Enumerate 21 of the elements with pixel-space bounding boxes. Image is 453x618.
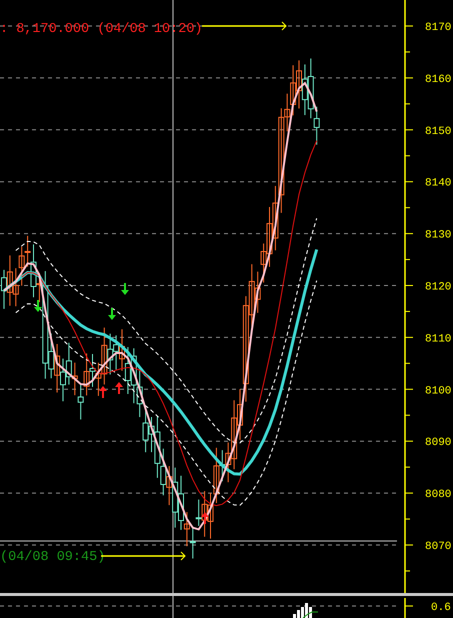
up-arrow-icon [201,512,209,524]
low-time-label: (04/08 09:45) [0,550,106,565]
indicator-line [302,612,318,618]
price-tick-label: 8120 [425,282,452,294]
indicator-bars [293,603,312,618]
price-tick-label: 8070 [425,541,452,553]
price-tick-label: 8150 [425,126,452,138]
price-tick-label: 8140 [425,178,452,190]
price-tick-label: 8130 [425,230,452,242]
price-tick-label: 8160 [425,74,452,86]
up-arrow-icon [115,382,123,394]
indicator-tick-label: 0.6 [431,602,451,614]
up-arrow-icon [99,386,107,398]
down-arrow-icon [108,308,116,320]
down-arrow-icon [121,283,129,295]
price-tick-label: 8090 [425,437,452,450]
price-tick-label: 8080 [425,489,452,502]
price-tick-label: 8110 [425,333,452,346]
price-tick-label: 8170 [425,22,452,34]
down-arrow-icon [34,300,42,312]
price-tick-label: 8100 [425,385,452,398]
